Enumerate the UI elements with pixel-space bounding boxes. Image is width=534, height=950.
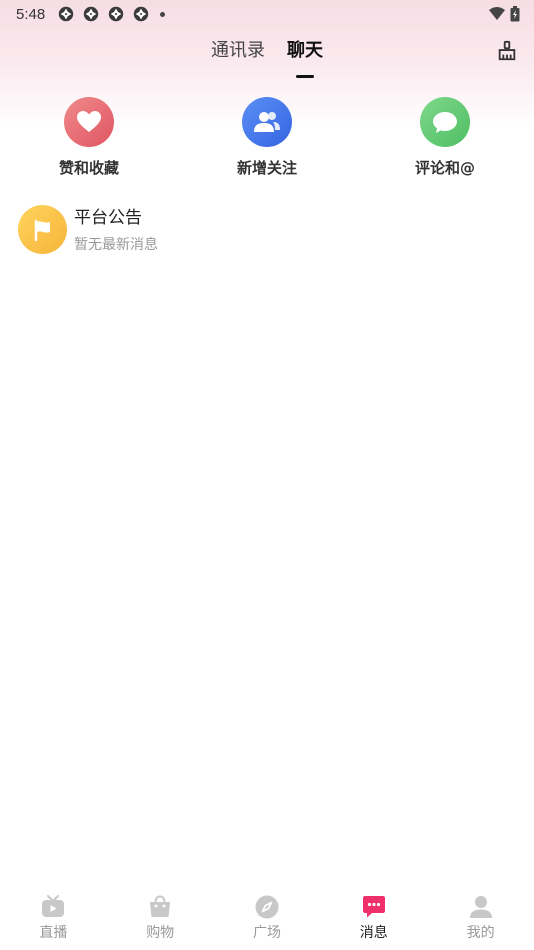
- broom-clean-icon[interactable]: [496, 40, 518, 62]
- likes-favorites-label: 赞和收藏: [58, 159, 119, 177]
- comments-mentions-button[interactable]: 评论和@: [356, 97, 534, 178]
- camera-aperture-icon: [84, 6, 99, 22]
- users-icon: [242, 97, 292, 147]
- status-indicators: [488, 6, 520, 22]
- wifi-icon: [489, 7, 505, 20]
- notice-title: 平台公告: [74, 208, 142, 228]
- compass-icon: [255, 895, 279, 919]
- comments-mentions-label: 评论和@: [414, 159, 475, 177]
- camera-aperture-icon: [109, 6, 124, 22]
- new-followers-label: 新增关注: [236, 159, 297, 177]
- person-icon: [469, 896, 492, 918]
- nav-label-shopping: 购物: [146, 925, 175, 941]
- message-icon: [362, 896, 385, 918]
- status-bar: 5:48: [0, 0, 534, 28]
- tab-chat[interactable]: 聊天: [287, 36, 323, 70]
- nav-label-live: 直播: [39, 925, 68, 941]
- platform-notice-item[interactable]: 平台公告 暂无最新消息: [18, 205, 518, 260]
- heart-icon: [64, 97, 114, 147]
- header-tabs: 通讯录 聊天: [0, 36, 534, 70]
- nav-item-messages[interactable]: 消息: [320, 888, 427, 950]
- nav-item-profile[interactable]: 我的: [427, 888, 534, 950]
- flag-icon: [18, 205, 67, 254]
- battery-charging-icon: [510, 6, 520, 22]
- bottom-nav: 直播 购物 广场 消息 我的: [0, 888, 534, 950]
- notice-text: 平台公告 暂无最新消息: [74, 205, 158, 254]
- status-time: 5:48: [16, 5, 46, 23]
- nav-item-shopping[interactable]: 购物: [107, 888, 214, 950]
- likes-favorites-button[interactable]: 赞和收藏: [0, 97, 178, 178]
- nav-label-plaza: 广场: [252, 925, 281, 941]
- notice-subtitle: 暂无最新消息: [74, 237, 158, 253]
- new-followers-button[interactable]: 新增关注: [178, 97, 356, 178]
- chat-bubble-icon: [420, 97, 470, 147]
- quick-actions: 赞和收藏 新增关注 评论和@: [0, 97, 534, 178]
- nav-item-plaza[interactable]: 广场: [214, 888, 321, 950]
- notification-dot: [160, 11, 166, 17]
- nav-item-live[interactable]: 直播: [0, 888, 107, 950]
- shopping-bag-icon: [150, 895, 171, 917]
- tv-icon: [42, 895, 65, 917]
- camera-aperture-icon: [59, 6, 74, 22]
- tab-contacts[interactable]: 通讯录: [211, 36, 265, 70]
- nav-label-messages: 消息: [359, 925, 388, 941]
- nav-label-profile: 我的: [466, 925, 495, 941]
- camera-aperture-icon: [134, 6, 149, 22]
